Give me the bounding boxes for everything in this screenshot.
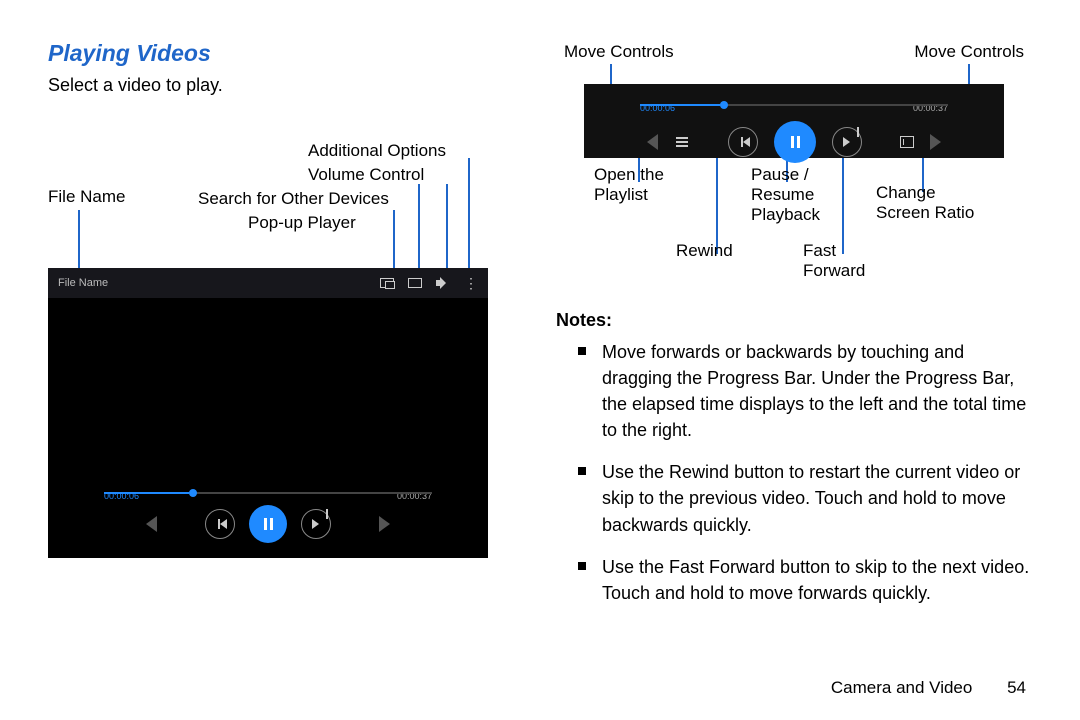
label-change-ratio-1: Change [876, 182, 936, 204]
label-popup-player: Pop-up Player [248, 212, 356, 233]
label-open-playlist-2: Playlist [594, 184, 648, 206]
progress-bar-small[interactable]: 00:00:06 00:00:37 [640, 98, 948, 112]
label-additional-options: Additional Options [308, 140, 446, 161]
label-file-name: File Name [48, 186, 125, 207]
search-devices-icon[interactable] [408, 278, 422, 288]
label-fast-forward-1: Fast [803, 240, 836, 262]
fast-forward-button-small[interactable] [832, 127, 862, 157]
move-controls-right-icon[interactable] [379, 516, 390, 532]
pause-play-button-small[interactable] [774, 121, 816, 163]
fast-forward-button[interactable] [301, 509, 331, 539]
move-controls-right-icon-small[interactable] [930, 134, 941, 150]
label-change-ratio-2: Screen Ratio [876, 202, 974, 224]
notes-heading: Notes: [556, 310, 1032, 331]
callouts-left: Additional Options Volume Control File N… [48, 128, 528, 222]
move-controls-left-icon-small[interactable] [647, 134, 658, 150]
more-options-icon[interactable]: ⋮ [464, 276, 478, 290]
label-rewind: Rewind [676, 240, 733, 262]
move-controls-left-icon[interactable] [146, 516, 157, 532]
list-item: Use the Rewind button to restart the cur… [556, 459, 1032, 537]
footer-section: Camera and Video [831, 678, 972, 697]
label-open-playlist-1: Open the [594, 164, 664, 186]
list-item: Use the Fast Forward button to skip to t… [556, 554, 1032, 606]
page-heading: Playing Videos [48, 40, 528, 67]
lead-text: Select a video to play. [48, 75, 528, 96]
callouts-small-player: Open the Playlist Pause / Resume Playbac… [556, 164, 1032, 304]
label-move-controls-right: Move Controls [914, 42, 1024, 62]
player-file-name: File Name [58, 277, 108, 289]
label-pause-3: Playback [751, 204, 820, 226]
progress-bar[interactable]: 00:00:06 00:00:37 [104, 486, 432, 500]
label-fast-forward-2: Forward [803, 260, 865, 282]
label-volume-control: Volume Control [308, 164, 424, 185]
pause-play-button[interactable] [249, 505, 287, 543]
player-title-bar: File Name ⋮ [48, 268, 488, 298]
video-player-large: File Name ⋮ 00:00:06 00:00:37 [48, 268, 488, 558]
notes-list: Move forwards or backwards by touching a… [556, 339, 1032, 606]
page-footer: Camera and Video 54 [831, 678, 1026, 698]
rewind-button-small[interactable] [728, 127, 758, 157]
video-player-small: 00:00:06 00:00:37 [584, 84, 1004, 158]
list-item: Move forwards or backwards by touching a… [556, 339, 1032, 443]
label-move-controls-left: Move Controls [564, 42, 674, 62]
playlist-icon[interactable] [674, 137, 690, 147]
screen-ratio-icon[interactable] [900, 136, 914, 148]
label-pause-1: Pause / [751, 164, 809, 186]
label-pause-2: Resume [751, 184, 814, 206]
popup-player-icon[interactable] [380, 278, 394, 288]
label-search-devices: Search for Other Devices [198, 188, 389, 209]
volume-icon[interactable] [436, 277, 450, 289]
footer-page-number: 54 [1007, 678, 1026, 698]
rewind-button[interactable] [205, 509, 235, 539]
